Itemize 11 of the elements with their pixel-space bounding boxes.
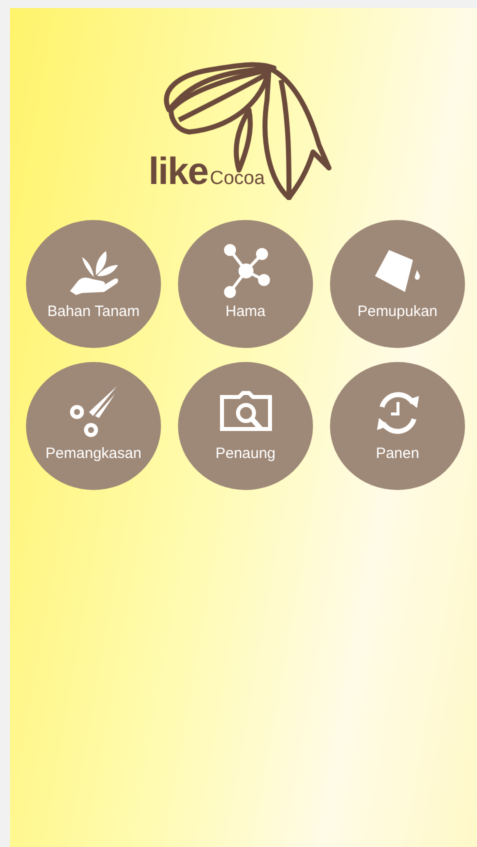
menu-button[interactable]: Pemupukan xyxy=(330,220,465,348)
paper-drop-icon xyxy=(372,248,422,294)
menu-button[interactable]: Hama xyxy=(178,220,313,348)
logo-brand-text: like xyxy=(148,151,208,194)
menu-button[interactable]: Pemangkasan xyxy=(26,362,161,490)
menu-button[interactable]: Panen xyxy=(330,362,465,490)
molecule-icon xyxy=(222,244,270,298)
scissors-icon xyxy=(68,386,118,440)
menu-button[interactable]: Penaung xyxy=(178,362,313,490)
menu-button[interactable]: Bahan Tanam xyxy=(26,220,161,348)
logo-name-text: Cocoa xyxy=(210,168,265,190)
